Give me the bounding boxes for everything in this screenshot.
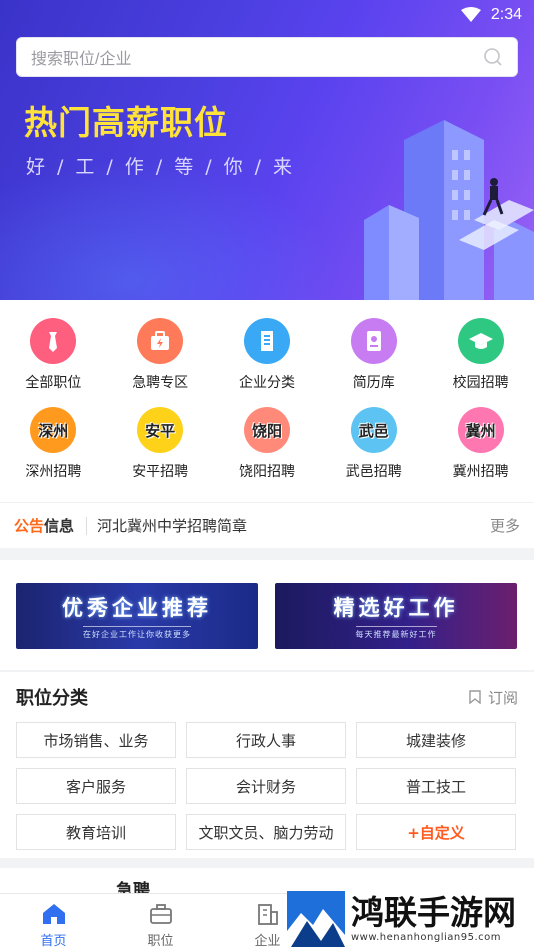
search-icon <box>484 48 502 66</box>
category-tag[interactable]: 市场销售、业务 <box>16 722 176 758</box>
site-logo-icon <box>287 890 345 947</box>
job-category-section: 职位分类 订阅 市场销售、业务 行政人事 城建装修 客户服务 会计财务 普工技工… <box>0 672 534 858</box>
site-watermark: 鸿联手游网 www.henanhonglian95.com <box>287 888 534 949</box>
tie-icon <box>30 318 77 364</box>
notice-badge: 公告信息 <box>14 517 75 535</box>
category-tag[interactable]: 教育培训 <box>16 814 176 850</box>
section-title: 职位分类 <box>16 688 88 709</box>
watermark-brand: 鸿联手游网 <box>351 893 516 932</box>
status-bar: 2:34 <box>460 4 522 26</box>
category-tag[interactable]: 会计财务 <box>186 768 346 804</box>
divider <box>86 516 88 535</box>
hero-subtitle: 好/工/作/等/你/来 <box>26 156 305 178</box>
city-badge-icon: 深州 <box>30 407 77 453</box>
hero-title: 热门高薪职位 <box>24 103 228 142</box>
resume-icon <box>350 318 397 364</box>
entry-label: 冀州招聘 <box>452 464 509 480</box>
custom-category-button[interactable]: +自定义 <box>356 814 516 850</box>
category-tag[interactable]: 客户服务 <box>16 768 176 804</box>
subscribe-button[interactable]: 订阅 <box>468 687 518 708</box>
category-tag[interactable]: 文职文员、脑力劳动 <box>186 814 346 850</box>
entry-label: 全部职位 <box>25 375 82 391</box>
nav-jobs[interactable]: 职位 <box>107 894 214 949</box>
entry-campus[interactable]: 校园招聘 <box>427 318 534 392</box>
briefcase-icon <box>149 904 172 924</box>
entry-urgent[interactable]: 急聘专区 <box>107 318 214 392</box>
notice-bar[interactable]: 公告信息 河北冀州中学招聘简章 更多 <box>0 502 534 548</box>
entry-shenzhou[interactable]: 深州 深州招聘 <box>0 407 107 481</box>
category-tags: 市场销售、业务 行政人事 城建装修 客户服务 会计财务 普工技工 教育培训 文职… <box>16 722 516 850</box>
status-time: 2:34 <box>490 6 522 23</box>
search-input[interactable]: 搜索职位/企业 <box>16 37 518 77</box>
hero-banner[interactable]: 2:34 搜索职位/企业 热门高薪职位 好/工/作/等/你/来 <box>0 0 534 300</box>
promo-section: 优秀企业推荐 在好企业工作让你收获更多 精选好工作 每天推荐最新好工作 <box>0 560 534 670</box>
entry-label: 安平招聘 <box>132 464 189 480</box>
entry-jizhou[interactable]: 冀州 冀州招聘 <box>427 407 534 481</box>
entry-label: 饶阳招聘 <box>238 464 295 480</box>
promo-banner-jobs[interactable]: 精选好工作 每天推荐最新好工作 <box>275 583 517 649</box>
notice-more-link[interactable]: 更多 <box>490 515 520 536</box>
entry-label: 深州招聘 <box>25 464 82 480</box>
watermark-url: www.henanhonglian95.com <box>351 932 502 943</box>
city-badge-icon: 冀州 <box>457 407 504 453</box>
entry-wuyi[interactable]: 武邑 武邑招聘 <box>320 407 427 481</box>
entry-label: 简历库 <box>352 375 395 391</box>
category-tag[interactable]: 普工技工 <box>356 768 516 804</box>
city-badge-icon: 饶阳 <box>243 407 290 453</box>
entry-label: 企业分类 <box>238 375 295 391</box>
entry-company-category[interactable]: 企业分类 <box>214 318 321 392</box>
home-icon <box>42 904 65 924</box>
entry-all-jobs[interactable]: 全部职位 <box>0 318 107 392</box>
entry-anping[interactable]: 安平 安平招聘 <box>107 407 214 481</box>
entry-label: 武邑招聘 <box>345 464 402 480</box>
building-icon <box>243 318 290 364</box>
entry-resume-library[interactable]: 简历库 <box>320 318 427 392</box>
entry-label: 校园招聘 <box>452 375 509 391</box>
wifi-icon <box>460 7 481 22</box>
quick-entry-grid: 全部职位 急聘专区 企业分类 简历库 校园招聘 深州 深州招聘 安平 安平招聘 … <box>0 318 534 481</box>
promo-banner-companies[interactable]: 优秀企业推荐 在好企业工作让你收获更多 <box>16 583 258 649</box>
entry-label: 急聘专区 <box>132 375 189 391</box>
category-tag[interactable]: 行政人事 <box>186 722 346 758</box>
nav-home[interactable]: 首页 <box>0 894 107 949</box>
building-icon <box>257 904 278 925</box>
search-placeholder: 搜索职位/企业 <box>31 51 132 68</box>
graduation-cap-icon <box>457 318 504 364</box>
urgent-bag-icon <box>137 318 184 364</box>
city-badge-icon: 安平 <box>137 407 184 453</box>
category-tag[interactable]: 城建装修 <box>356 722 516 758</box>
city-buildings-illustration <box>364 120 534 300</box>
entry-raoyang[interactable]: 饶阳 饶阳招聘 <box>214 407 321 481</box>
notice-text[interactable]: 河北冀州中学招聘简章 <box>97 515 490 536</box>
city-badge-icon: 武邑 <box>350 407 397 453</box>
bookmark-icon <box>469 690 481 704</box>
